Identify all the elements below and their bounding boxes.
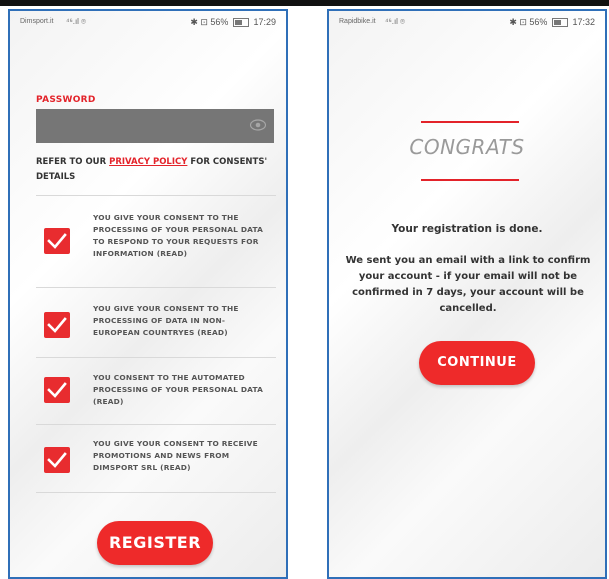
check-icon bbox=[47, 452, 67, 468]
consent-checkbox[interactable] bbox=[44, 377, 70, 403]
eye-icon[interactable] bbox=[250, 119, 266, 131]
congrats-title: CONGRATS bbox=[409, 135, 525, 159]
status-bar: Rapidbike.it ⁴⁶.ıl ⌾ ✱ ⊡ 56% 17:32 bbox=[329, 11, 605, 35]
clock: 17:29 bbox=[253, 17, 276, 27]
status-bar: Dimsport.it ⁴⁶.ıl ⌾ ✱ ⊡ 56% 17:29 bbox=[10, 11, 286, 35]
consent-row-automated: YOU CONSENT TO THE AUTOMATED PROCESSING … bbox=[36, 358, 276, 424]
top-border bbox=[0, 0, 609, 6]
carrier-name: Dimsport.it bbox=[20, 18, 54, 25]
check-icon bbox=[47, 317, 67, 333]
divider bbox=[36, 195, 276, 196]
confirmation-message: We sent you an email with a link to conf… bbox=[345, 255, 591, 314]
carrier-name: Rapidbike.it bbox=[339, 18, 376, 25]
consent-row-non-european: YOU GIVE YOUR CONSENT TO THE PROCESSING … bbox=[36, 288, 276, 364]
register-button[interactable]: REGISTER bbox=[97, 521, 213, 565]
consent-row-information: YOU GIVE YOUR CONSENT TO THE PROCESSING … bbox=[36, 197, 276, 287]
battery-percent: ✱ ⊡ 56% bbox=[509, 17, 548, 27]
privacy-policy-link[interactable]: PRIVACY POLICY bbox=[109, 157, 187, 167]
password-input[interactable] bbox=[36, 109, 274, 143]
registration-done-text: Your registration is done. bbox=[391, 223, 543, 235]
registration-screen: Dimsport.it ⁴⁶.ıl ⌾ ✱ ⊡ 56% 17:29 PASSWO… bbox=[8, 9, 288, 579]
password-label: PASSWORD bbox=[36, 95, 96, 105]
battery-percent: ✱ ⊡ 56% bbox=[190, 17, 229, 27]
continue-button[interactable]: CONTINUE bbox=[419, 341, 535, 385]
status-info: ✱ ⊡ 56% 17:29 bbox=[190, 17, 276, 28]
consent-checkbox[interactable] bbox=[44, 312, 70, 338]
decor-line-bottom bbox=[421, 179, 519, 181]
privacy-policy-text: REFER TO OUR PRIVACY POLICY FOR CONSENTS… bbox=[36, 155, 276, 185]
policy-prefix: REFER TO OUR bbox=[36, 157, 110, 167]
consent-text: YOU GIVE YOUR CONSENT TO RECEIVE PROMOTI… bbox=[93, 439, 258, 472]
check-icon bbox=[47, 233, 67, 249]
congrats-screen: Rapidbike.it ⁴⁶.ıl ⌾ ✱ ⊡ 56% 17:32 CONGR… bbox=[327, 9, 607, 579]
signal-icon: ⁴⁶.ıl ⌾ bbox=[66, 17, 86, 26]
consent-text: YOU CONSENT TO THE AUTOMATED PROCESSING … bbox=[93, 373, 264, 406]
consent-checkbox[interactable] bbox=[44, 447, 70, 473]
check-icon bbox=[47, 382, 67, 398]
battery-icon bbox=[551, 18, 568, 28]
status-info: ✱ ⊡ 56% 17:32 bbox=[509, 17, 595, 28]
divider bbox=[36, 492, 276, 493]
consent-row-promotions: YOU GIVE YOUR CONSENT TO RECEIVE PROMOTI… bbox=[36, 425, 276, 491]
consent-checkbox[interactable] bbox=[44, 228, 70, 254]
consent-text: YOU GIVE YOUR CONSENT TO THE PROCESSING … bbox=[93, 304, 239, 337]
battery-icon bbox=[232, 18, 249, 28]
signal-icon: ⁴⁶.ıl ⌾ bbox=[385, 17, 405, 26]
consent-text: YOU GIVE YOUR CONSENT TO THE PROCESSING … bbox=[93, 213, 264, 258]
decor-line-top bbox=[421, 121, 519, 123]
clock: 17:32 bbox=[572, 17, 595, 27]
